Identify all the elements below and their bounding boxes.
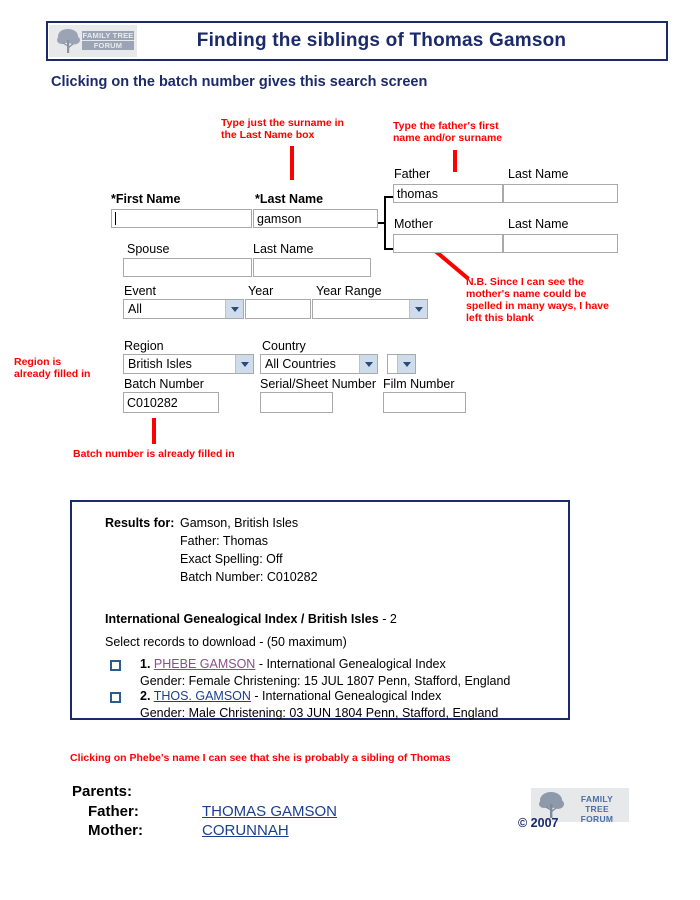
- parents-father-label: Father:: [88, 803, 139, 820]
- spouse-last-name-label: Last Name: [253, 242, 314, 256]
- country-select[interactable]: All Countries: [260, 354, 378, 374]
- page-title: Finding the siblings of Thomas Gamson: [196, 30, 567, 51]
- select-records-note: Select records to download - (50 maximum…: [105, 635, 347, 649]
- country-select-value: All Countries: [265, 357, 336, 371]
- annotation-mother-pointer: [433, 249, 470, 281]
- region-select-value: British Isles: [128, 357, 192, 371]
- batch-number-input[interactable]: C010282: [123, 392, 219, 413]
- record-source: - International Genealogical Index: [258, 657, 446, 671]
- first-name-input[interactable]: [111, 209, 252, 228]
- record-source: - International Genealogical Index: [254, 689, 442, 703]
- footer-logo-line-2: FORUM: [580, 814, 614, 822]
- annotation-surname: Type just the surname in the Last Name b…: [221, 117, 344, 141]
- film-number-label: Film Number: [383, 377, 455, 391]
- annotation-surname-pointer: [290, 146, 294, 180]
- tree-icon: [57, 29, 80, 53]
- annotation-batch: Batch number is already filled in: [73, 448, 235, 460]
- logo-line-2: FORUM: [82, 41, 134, 50]
- parents-heading: Parents:: [72, 783, 133, 800]
- index-count: - 2: [382, 612, 397, 626]
- region-label: Region: [124, 339, 164, 353]
- parents-father-link[interactable]: THOMAS GAMSON: [202, 803, 337, 820]
- mother-last-name-input[interactable]: [503, 234, 618, 253]
- chevron-down-icon[interactable]: [235, 355, 253, 373]
- year-input[interactable]: [245, 299, 311, 319]
- batch-number-label: Batch Number: [124, 377, 204, 391]
- event-label: Event: [124, 284, 156, 298]
- spouse-input[interactable]: [123, 258, 252, 277]
- region-select[interactable]: British Isles: [123, 354, 254, 374]
- results-panel: Results for: Gamson, British Isles Fathe…: [70, 500, 570, 720]
- page-header-banner: FAMILY TREE FORUM Finding the siblings o…: [46, 21, 668, 61]
- record-number: 1.: [140, 657, 151, 671]
- logo-wordmark: FAMILY TREE FORUM: [82, 31, 134, 51]
- annotation-phebe: Clicking on Phebe's name I can see that …: [70, 752, 451, 764]
- film-number-input[interactable]: [383, 392, 466, 413]
- chevron-down-icon[interactable]: [359, 355, 377, 373]
- chevron-down-icon[interactable]: [225, 300, 243, 318]
- results-summary-0: Gamson, British Isles: [180, 516, 299, 530]
- list-item: 2. THOS. GAMSON - International Genealog…: [140, 689, 441, 703]
- family-tree-forum-logo: FAMILY TREE FORUM: [49, 25, 137, 57]
- year-range-label: Year Range: [316, 284, 382, 298]
- parents-mother-label: Mother:: [88, 822, 143, 839]
- annotation-mother-nb: N.B. Since I can see the mother's name c…: [466, 276, 609, 324]
- mother-first-name-input[interactable]: [393, 234, 503, 253]
- annotation-father-pointer: [453, 150, 457, 172]
- record-name-link[interactable]: THOS. GAMSON: [154, 689, 251, 703]
- first-name-label: *First Name: [111, 192, 181, 206]
- father-label: Father: [394, 167, 431, 181]
- mother-last-name-label: Last Name: [508, 217, 569, 231]
- event-select-value: All: [128, 302, 142, 316]
- index-heading-row: International Genealogical Index / Briti…: [105, 612, 397, 626]
- results-summary-3: Batch Number: C010282: [180, 570, 318, 584]
- country-label: Country: [262, 339, 306, 353]
- spouse-label: Spouse: [127, 242, 170, 256]
- list-item: 1. PHEBE GAMSON - International Genealog…: [140, 657, 446, 671]
- annotation-father: Type the father's first name and/or surn…: [393, 120, 503, 144]
- parent-bracket: [378, 196, 394, 250]
- father-last-name-label: Last Name: [508, 167, 569, 181]
- chevron-down-icon[interactable]: [397, 355, 415, 373]
- annotation-batch-pointer: [152, 418, 156, 444]
- record-checkbox[interactable]: [110, 692, 121, 703]
- results-summary-1: Father: Thomas: [180, 534, 269, 548]
- extra-select[interactable]: [387, 354, 416, 374]
- parents-mother-link[interactable]: CORUNNAH: [202, 822, 289, 839]
- index-heading: International Genealogical Index / Briti…: [105, 612, 379, 626]
- spouse-last-name-input[interactable]: [253, 258, 371, 277]
- mother-label: Mother: [394, 217, 433, 231]
- serial-sheet-number-input[interactable]: [260, 392, 333, 413]
- record-detail: Gender: Female Christening: 15 JUL 1807 …: [140, 674, 511, 688]
- record-name-link[interactable]: PHEBE GAMSON: [154, 657, 255, 671]
- copyright-notice: © 2007: [518, 816, 559, 830]
- record-number: 2.: [140, 689, 151, 703]
- footer-logo-line-1: FAMILY TREE: [580, 794, 614, 814]
- results-summary-2: Exact Spelling: Off: [180, 552, 283, 566]
- record-detail: Gender: Male Christening: 03 JUN 1804 Pe…: [140, 706, 499, 720]
- event-select[interactable]: All: [123, 299, 244, 319]
- chevron-down-icon[interactable]: [409, 300, 427, 318]
- record-checkbox[interactable]: [110, 660, 121, 671]
- father-last-name-input[interactable]: [503, 184, 618, 203]
- footer-logo-wordmark: FAMILY TREE FORUM: [568, 794, 626, 822]
- results-for-label: Results for:: [105, 516, 175, 530]
- serial-sheet-number-label: Serial/Sheet Number: [260, 377, 377, 391]
- father-first-name-input[interactable]: thomas: [393, 184, 503, 203]
- annotation-region: Region is already filled in: [14, 356, 91, 380]
- year-range-select[interactable]: [312, 299, 428, 319]
- last-name-label: *Last Name: [255, 192, 324, 206]
- subtitle: Clicking on the batch number gives this …: [51, 74, 428, 90]
- last-name-input[interactable]: gamson: [253, 209, 378, 228]
- year-label: Year: [248, 284, 274, 298]
- logo-line-1: FAMILY TREE: [82, 31, 134, 40]
